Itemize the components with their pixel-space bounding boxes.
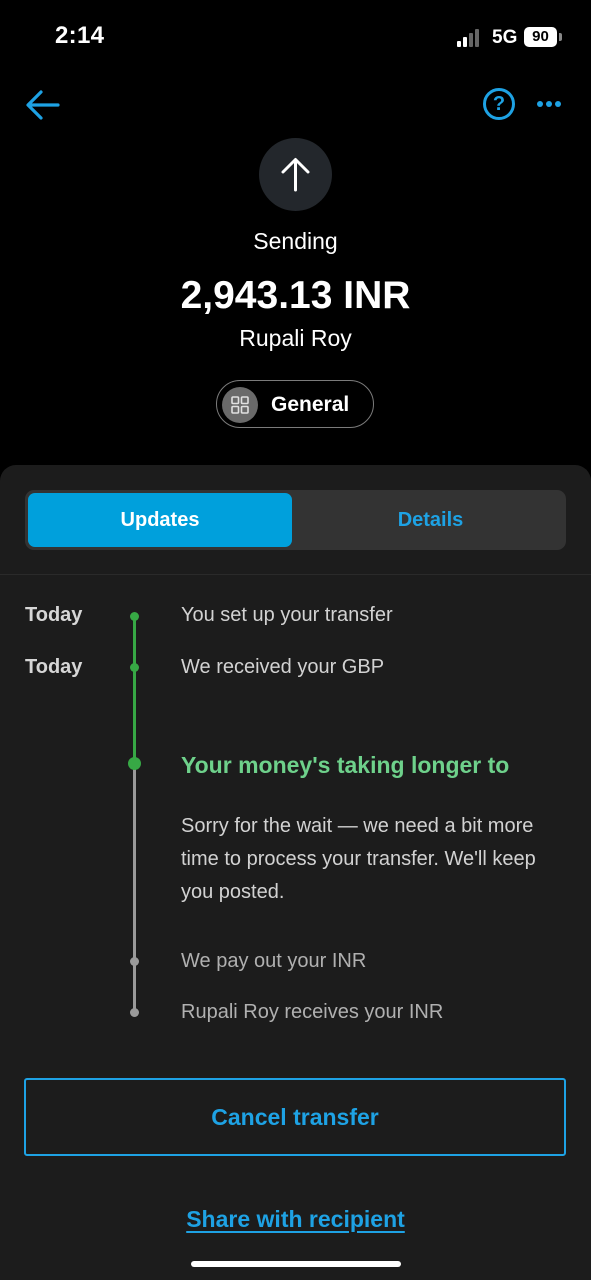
arrow-up-icon [281,158,310,192]
help-button[interactable]: ? [483,88,515,120]
timeline-current-message: Sorry for the wait — we need a bit more … [181,815,536,903]
ellipsis-icon [537,101,543,107]
timeline-dot [130,612,139,621]
status-time: 2:14 [55,22,105,49]
sending-icon-badge [259,138,332,211]
category-label: General [271,393,350,416]
grid-icon [222,387,258,423]
timeline-dot-current [128,757,141,770]
timeline-step: Rupali Roy receives your INR [181,1001,444,1023]
cancel-transfer-button[interactable]: Cancel transfer [24,1078,566,1156]
signal-icon [457,29,483,47]
battery-tip [559,33,562,41]
back-button[interactable] [24,86,62,124]
recipient-name: Rupali Roy [239,325,352,351]
more-options-button[interactable] [537,101,561,109]
tab-updates[interactable]: Updates [28,493,292,547]
home-indicator[interactable] [191,1261,401,1267]
network-type: 5G [492,27,518,48]
timeline-current-heading: Your money's taking longer to [181,752,510,778]
timeline-dot [130,957,139,966]
arrow-left-icon [26,90,60,120]
timeline-line-pending [133,763,136,1013]
transfer-amount: 2,943.13 INR [180,274,411,317]
timeline-line-complete [133,615,136,763]
timeline-dot [130,663,139,672]
transfer-status: Sending [253,228,338,254]
divider [0,574,591,575]
timeline-date: Today [25,656,83,678]
battery-icon: 90 [524,27,557,47]
timeline-date: Today [25,604,83,626]
timeline-step: We pay out your INR [181,950,367,972]
question-circle-icon: ? [492,93,506,115]
timeline-dot [130,1008,139,1017]
timeline-step: You set up your transfer [181,604,393,626]
share-with-recipient-link[interactable]: Share with recipient [0,1206,591,1233]
timeline-step: We received your GBP [181,656,385,678]
tab-details[interactable]: Details [298,493,563,547]
